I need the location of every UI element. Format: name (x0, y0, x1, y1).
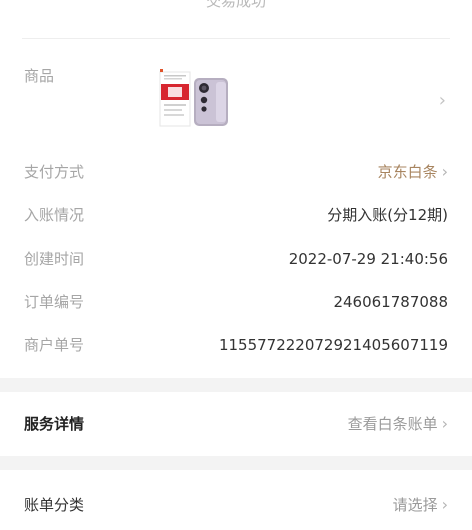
chevron-right-icon: › (441, 414, 448, 433)
order-number-value: 246061787088 (333, 293, 448, 311)
service-details-label: 服务详情 (24, 415, 85, 433)
created-time-label: 创建时间 (24, 250, 85, 268)
service-details-row[interactable]: 服务详情 查看白条账单 › (0, 392, 472, 456)
created-time-value: 2022-07-29 21:40:56 (288, 250, 448, 268)
product-thumbnail[interactable] (158, 66, 230, 130)
category-select-text: 请选择 (392, 496, 438, 514)
merchant-number-value: 115577222072921405607119 (218, 336, 448, 354)
product-label: 商品 (24, 67, 55, 85)
bill-category-label: 账单分类 (24, 496, 85, 514)
payment-method-link[interactable]: 京东白条 › (378, 162, 448, 182)
category-select[interactable]: 请选择 › (393, 495, 448, 515)
payment-method-label: 支付方式 (24, 163, 85, 181)
booking-status-label: 入账情况 (24, 206, 85, 224)
view-bill-text: 查看白条账单 (347, 415, 438, 433)
payment-method-value: 京东白条 (377, 163, 438, 181)
divider (22, 38, 450, 39)
merchant-number-label: 商户单号 (24, 336, 85, 354)
transaction-status: 交易成功 (205, 0, 266, 10)
order-number-label: 订单编号 (24, 293, 85, 311)
view-bill-link[interactable]: 查看白条账单 › (348, 414, 448, 434)
booking-status-value: 分期入账(分12期) (327, 206, 448, 224)
chevron-right-icon[interactable]: › (439, 90, 446, 111)
order-info-card: 交易成功 商品 › 支付方式 京东白条 › 入账情况 分期入账(分12期) 创建… (0, 0, 472, 378)
chevron-right-icon: › (441, 162, 448, 181)
bill-detail-screen: 交易成功 商品 › 支付方式 京东白条 › 入账情况 分期入账(分12期) 创建… (0, 0, 472, 530)
chevron-right-icon: › (441, 495, 448, 514)
bill-category-row[interactable]: 账单分类 请选择 › (0, 470, 472, 530)
